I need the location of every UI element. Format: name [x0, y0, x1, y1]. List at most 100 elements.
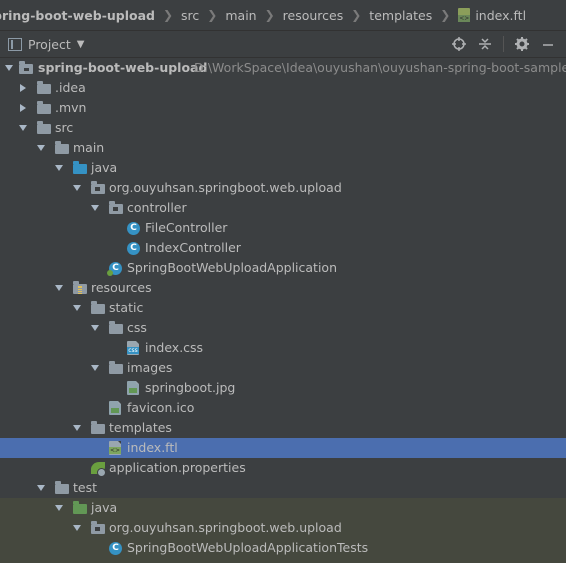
- breadcrumb-item-project[interactable]: pring-boot-web-upload: [0, 0, 155, 30]
- tree-row-static[interactable]: static: [0, 298, 566, 318]
- image-file-icon: [109, 401, 121, 415]
- breadcrumb-separator-icon: ❯: [351, 8, 362, 22]
- chevron-down-icon[interactable]: [36, 143, 46, 153]
- class-icon: C: [127, 242, 140, 255]
- tree-label: org.ouyuhsan.springboot.web.upload: [109, 180, 342, 195]
- tree-row-application-properties[interactable]: application.properties: [0, 458, 566, 478]
- tree-label: java: [91, 160, 118, 175]
- minimize-icon[interactable]: [540, 36, 556, 52]
- chevron-down-icon[interactable]: [72, 523, 82, 533]
- chevron-down-icon[interactable]: [36, 483, 46, 493]
- tree-label: springboot.jpg: [145, 380, 236, 395]
- tree-row-index-controller[interactable]: C IndexController: [0, 238, 566, 258]
- breadcrumb-label: resources: [282, 7, 344, 23]
- breadcrumb-item-main[interactable]: main: [225, 0, 256, 30]
- project-tree: spring-boot-web-upload D:\WorkSpace\Idea…: [0, 58, 566, 563]
- tree-label: templates: [109, 420, 172, 435]
- tree-row-resources[interactable]: resources: [0, 278, 566, 298]
- tree-label: spring-boot-web-upload: [38, 60, 208, 75]
- tree-row-test-java[interactable]: java: [0, 498, 566, 518]
- breadcrumb: pring-boot-web-upload ❯ src ❯ main ❯ res…: [0, 0, 566, 31]
- tree-row-partial: [0, 558, 566, 563]
- folder-icon: [109, 361, 123, 374]
- collapse-all-icon[interactable]: [477, 36, 493, 52]
- chevron-down-icon[interactable]: [4, 63, 14, 73]
- breadcrumb-label: index.ftl: [475, 7, 527, 23]
- breadcrumb-separator-icon: ❯: [264, 8, 275, 22]
- crosshair-icon[interactable]: [451, 36, 467, 52]
- tree-row-controller[interactable]: controller: [0, 198, 566, 218]
- tree-row-package[interactable]: org.ouyuhsan.springboot.web.upload: [0, 178, 566, 198]
- tree-row-springboot-jpg[interactable]: springboot.jpg: [0, 378, 566, 398]
- spring-boot-class-icon: C: [107, 262, 122, 276]
- tree-label: org.ouyuhsan.springboot.web.upload: [109, 520, 342, 535]
- chevron-down-icon[interactable]: [90, 203, 100, 213]
- tree-row-test-class[interactable]: C SpringBootWebUploadApplicationTests: [0, 538, 566, 558]
- tree-label: resources: [91, 280, 152, 295]
- class-icon: C: [127, 222, 140, 235]
- folder-icon: [91, 301, 105, 314]
- tree-row-index-css[interactable]: index.css: [0, 338, 566, 358]
- project-icon: [8, 37, 22, 51]
- tree-label: index.ftl: [127, 440, 178, 455]
- spring-properties-icon: [91, 462, 106, 477]
- test-source-folder-icon: [73, 501, 87, 514]
- tree-row-favicon[interactable]: favicon.ico: [0, 398, 566, 418]
- chevron-down-icon[interactable]: [72, 183, 82, 193]
- chevron-right-icon[interactable]: [18, 103, 28, 113]
- chevron-down-icon[interactable]: [18, 123, 28, 133]
- folder-icon: [55, 141, 69, 154]
- folder-icon: [109, 321, 123, 334]
- tree-row-project-root[interactable]: spring-boot-web-upload D:\WorkSpace\Idea…: [0, 58, 566, 78]
- gear-icon[interactable]: [514, 36, 530, 52]
- resources-folder-icon: [73, 281, 87, 294]
- tree-row-templates[interactable]: templates: [0, 418, 566, 438]
- test-class-icon: C: [109, 542, 122, 555]
- chevron-down-icon[interactable]: [72, 423, 82, 433]
- project-view-dropdown[interactable]: Project ▼: [8, 37, 84, 52]
- chevron-down-icon[interactable]: [54, 283, 64, 293]
- tree-label: FileController: [145, 220, 228, 235]
- breadcrumb-item-index-ftl[interactable]: index.ftl: [458, 0, 526, 30]
- tree-row-index-ftl[interactable]: index.ftl: [0, 438, 566, 458]
- tree-row-mvn[interactable]: .mvn: [0, 98, 566, 118]
- tree-label: favicon.ico: [127, 400, 195, 415]
- tree-row-test-package[interactable]: org.ouyuhsan.springboot.web.upload: [0, 518, 566, 538]
- chevron-down-icon[interactable]: [90, 323, 100, 333]
- breadcrumb-label: main: [225, 7, 257, 23]
- tree-row-test[interactable]: test: [0, 478, 566, 498]
- breadcrumb-separator-icon: ❯: [440, 8, 451, 22]
- image-file-icon: [127, 381, 139, 395]
- tree-row-src[interactable]: src: [0, 118, 566, 138]
- breadcrumb-item-resources[interactable]: resources: [283, 0, 344, 30]
- tree-label: static: [109, 300, 144, 315]
- chevron-down-icon[interactable]: [72, 303, 82, 313]
- tree-row-idea[interactable]: .idea: [0, 78, 566, 98]
- module-folder-icon: [19, 61, 33, 74]
- chevron-down-icon[interactable]: [54, 163, 64, 173]
- chevron-down-icon[interactable]: [54, 503, 64, 513]
- tree-label: application.properties: [109, 460, 246, 475]
- tree-row-file-controller[interactable]: C FileController: [0, 218, 566, 238]
- tree-label: controller: [127, 200, 187, 215]
- breadcrumb-item-src[interactable]: src: [181, 0, 199, 30]
- package-icon: [91, 181, 105, 194]
- breadcrumb-item-templates[interactable]: templates: [369, 0, 432, 30]
- toolwindow-actions: [441, 31, 556, 57]
- breadcrumb-label: pring-boot-web-upload: [0, 7, 155, 23]
- breadcrumb-label: templates: [369, 7, 433, 23]
- tree-row-css[interactable]: css: [0, 318, 566, 338]
- breadcrumb-separator-icon: ❯: [207, 8, 218, 22]
- tree-label: src: [55, 120, 74, 135]
- css-file-icon: [127, 341, 139, 355]
- chevron-right-icon[interactable]: [18, 83, 28, 93]
- tree-label: css: [127, 320, 147, 335]
- chevron-down-icon[interactable]: [90, 363, 100, 373]
- tree-row-application-class[interactable]: C SpringBootWebUploadApplication: [0, 258, 566, 278]
- tree-row-images[interactable]: images: [0, 358, 566, 378]
- tree-label: test: [73, 480, 98, 495]
- tree-row-main[interactable]: main: [0, 138, 566, 158]
- tree-row-java[interactable]: java: [0, 158, 566, 178]
- chevron-down-icon: ▼: [76, 38, 85, 50]
- project-toolwindow-header: Project ▼: [0, 31, 566, 58]
